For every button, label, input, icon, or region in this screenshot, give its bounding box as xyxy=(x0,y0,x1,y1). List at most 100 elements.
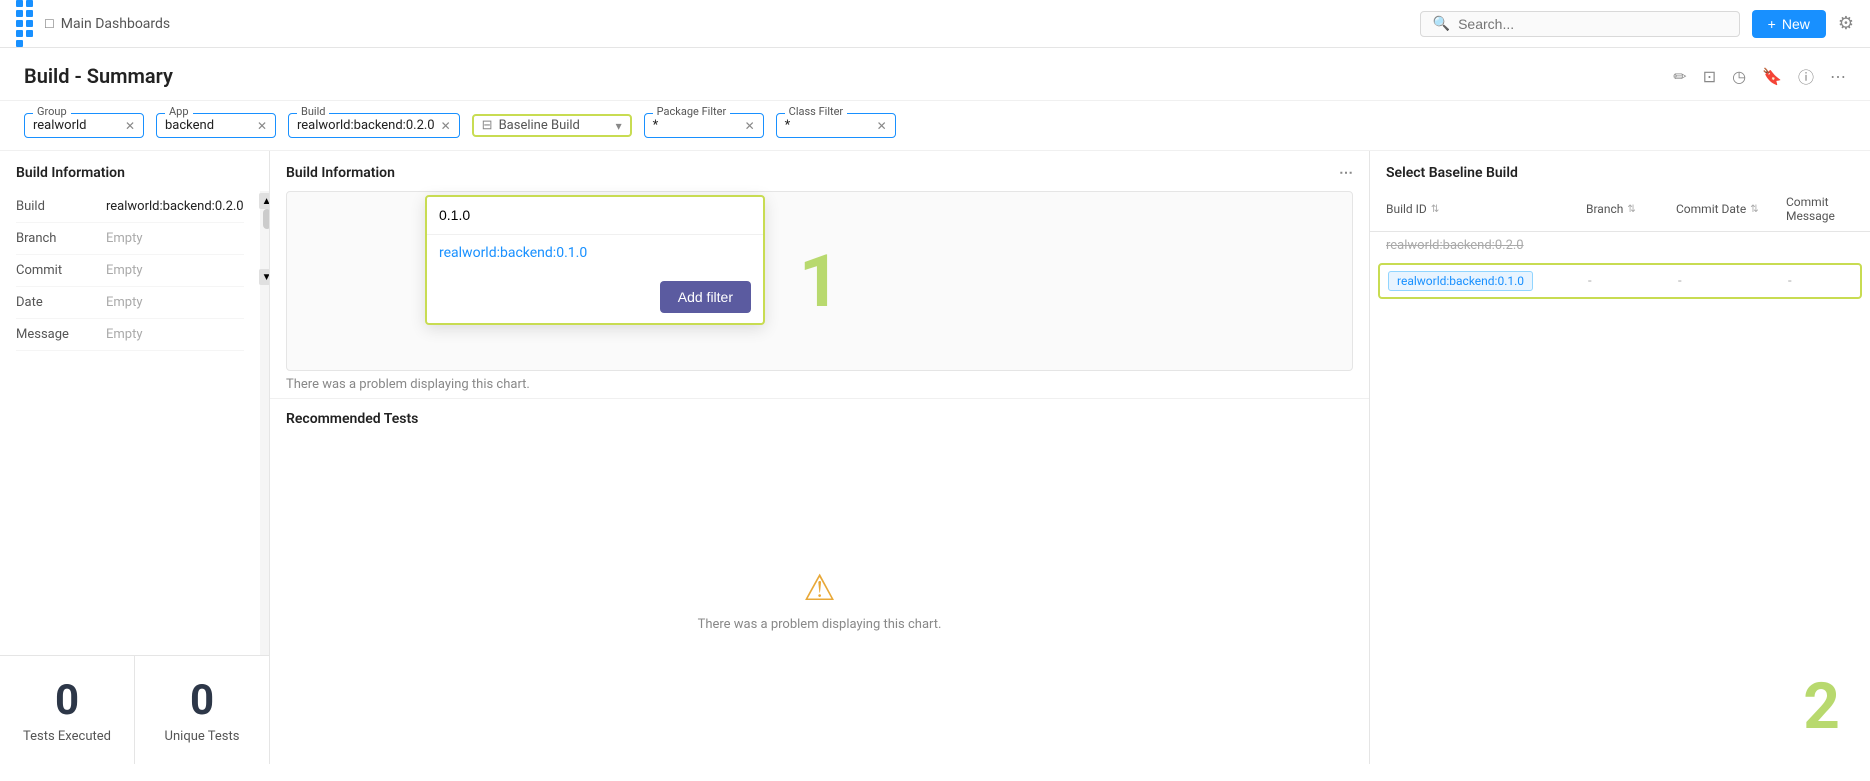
class-filter-value: * xyxy=(785,116,871,135)
build-filter-close[interactable]: ✕ xyxy=(441,119,451,133)
selected-branch-value: - xyxy=(1588,274,1592,289)
chart-number: 1 xyxy=(799,239,840,324)
build-info-title: Build Information xyxy=(0,151,269,191)
search-bar: 🔍 xyxy=(1420,11,1740,37)
info-icon[interactable]: ⓘ xyxy=(1798,64,1814,88)
selected-commit-msg-cell: - xyxy=(1788,273,1852,289)
page-title: Build - Summary xyxy=(24,64,173,88)
class-filter[interactable]: Class Filter * ✕ xyxy=(776,113,896,138)
col-build-id-header[interactable]: Build ID ⇅ xyxy=(1386,195,1586,223)
search-input[interactable] xyxy=(1458,16,1727,32)
col-commit-date-header[interactable]: Commit Date ⇅ xyxy=(1676,195,1786,223)
baseline-dropdown-arrow[interactable]: ▾ xyxy=(616,119,622,133)
history-icon[interactable]: ◷ xyxy=(1732,67,1746,86)
chart-error-message: There was a problem displaying this char… xyxy=(270,371,1369,398)
info-key-build: Build xyxy=(16,199,106,214)
search-icon: 🔍 xyxy=(1433,16,1450,32)
baseline-table-header: Build ID ⇅ Branch ⇅ Commit Date ⇅ Commit… xyxy=(1370,191,1870,232)
stats-row: 0 Tests Executed 0 Unique Tests xyxy=(0,655,269,764)
info-key-branch: Branch xyxy=(16,231,106,246)
col-branch-header[interactable]: Branch ⇅ xyxy=(1586,195,1676,223)
info-val-message: Empty xyxy=(106,327,143,342)
breadcrumb-label[interactable]: Main Dashboards xyxy=(61,16,170,32)
page-header: Build - Summary ✏ ⊡ ◷ 🔖 ⓘ ⋯ xyxy=(0,48,1870,101)
scroll-up-btn[interactable]: ▲ xyxy=(259,193,269,209)
settings-icon[interactable]: ⚙ xyxy=(1838,13,1854,34)
package-filter-value: * xyxy=(653,116,739,135)
info-row-commit: Commit Empty xyxy=(16,255,244,287)
info-val-branch: Empty xyxy=(106,231,143,246)
info-row-build: Build realworld:backend:0.2.0 xyxy=(16,191,244,223)
class-filter-label: Class Filter xyxy=(785,105,848,118)
tests-executed-cell: 0 Tests Executed xyxy=(0,656,135,764)
sort-icon-branch: ⇅ xyxy=(1627,204,1635,215)
dropdown-search-area xyxy=(427,197,763,235)
baseline-icon: ⊟ xyxy=(482,118,493,133)
info-key-commit: Commit xyxy=(16,263,106,278)
nav-right: 🔍 + New ⚙ xyxy=(1420,10,1854,38)
app-filter[interactable]: App backend ✕ xyxy=(156,113,276,138)
info-val-date: Empty xyxy=(106,295,143,310)
app-filter-close[interactable]: ✕ xyxy=(257,119,267,133)
info-val-commit: Empty xyxy=(106,263,143,278)
scroll-down-btn[interactable]: ▼ xyxy=(259,269,269,285)
col-commit-msg-header[interactable]: Commit Message xyxy=(1786,195,1854,223)
sort-icon-build-id: ⇅ xyxy=(1431,204,1439,215)
group-filter-close[interactable]: ✕ xyxy=(125,119,135,133)
app-logo[interactable] xyxy=(16,0,36,47)
baseline-table-body: realworld:backend:0.2.0 realworld:backen… xyxy=(1370,232,1870,303)
selected-build-id-cell: realworld:backend:0.1.0 xyxy=(1388,273,1588,289)
breadcrumb: ☐ Main Dashboards xyxy=(44,16,170,32)
top-nav: ☐ Main Dashboards 🔍 + New ⚙ xyxy=(0,0,1870,48)
middle-panel-more-icon[interactable]: ⋯ xyxy=(1339,165,1353,181)
selected-commit-msg-value: - xyxy=(1788,274,1792,289)
tests-executed-label: Tests Executed xyxy=(23,729,111,744)
baseline-filter[interactable]: ⊟ Baseline Build ▾ xyxy=(472,114,632,137)
baseline-dropdown: realworld:backend:0.1.0 Add filter xyxy=(425,195,765,325)
more-actions-icon[interactable]: ⋯ xyxy=(1830,67,1846,86)
edit-icon[interactable]: ✏ xyxy=(1673,67,1686,86)
unique-tests-number: 0 xyxy=(190,676,214,725)
middle-panel-title: Build Information xyxy=(286,165,395,181)
package-filter-close[interactable]: ✕ xyxy=(745,119,755,133)
info-row-branch: Branch Empty xyxy=(16,223,244,255)
group-filter[interactable]: Group realworld ✕ xyxy=(24,113,144,138)
recommended-chart-area: ⚠ There was a problem displaying this ch… xyxy=(270,435,1369,764)
folder-icon: ☐ xyxy=(44,17,55,31)
scrollbar-thumb[interactable] xyxy=(263,209,269,229)
scrollbar-track xyxy=(263,209,269,269)
info-row-date: Date Empty xyxy=(16,287,244,319)
new-button[interactable]: + New xyxy=(1752,10,1826,38)
build-filter[interactable]: Build realworld:backend:0.2.0 ✕ xyxy=(288,113,460,138)
share-icon[interactable]: ⊡ xyxy=(1703,67,1716,86)
build-filter-value: realworld:backend:0.2.0 xyxy=(297,116,435,135)
dropdown-search-input[interactable] xyxy=(439,207,751,223)
dropdown-item-0-1-0[interactable]: realworld:backend:0.1.0 xyxy=(427,235,763,271)
unique-tests-label: Unique Tests xyxy=(165,729,240,744)
build-filter-label: Build xyxy=(297,105,329,118)
right-panel: Select Baseline Build Build ID ⇅ Branch … xyxy=(1370,151,1870,764)
build-info-table: Build realworld:backend:0.2.0 Branch Emp… xyxy=(0,191,260,655)
bookmark-icon[interactable]: 🔖 xyxy=(1762,67,1782,86)
middle-panel: Build Information ⋯ 1 There was a proble… xyxy=(270,151,1370,764)
class-filter-close[interactable]: ✕ xyxy=(877,119,887,133)
selected-build-badge: realworld:backend:0.1.0 xyxy=(1388,271,1533,291)
nav-left: ☐ Main Dashboards xyxy=(16,0,170,47)
baseline-selected-row[interactable]: realworld:backend:0.1.0 - - - xyxy=(1378,263,1862,299)
dropdown-footer: Add filter xyxy=(427,271,763,323)
middle-panel-header: Build Information ⋯ xyxy=(270,151,1369,191)
app-filter-value: backend xyxy=(165,116,251,135)
selected-branch-cell: - xyxy=(1588,273,1678,289)
package-filter[interactable]: Package Filter * ✕ xyxy=(644,113,764,138)
plus-icon: + xyxy=(1768,16,1776,32)
warning-icon: ⚠ xyxy=(803,567,835,609)
add-filter-button[interactable]: Add filter xyxy=(660,281,751,313)
left-panel: Build Information Build realworld:backen… xyxy=(0,151,270,764)
unique-tests-cell: 0 Unique Tests xyxy=(135,656,269,764)
package-filter-label: Package Filter xyxy=(653,105,731,118)
baseline-filter-value: Baseline Build xyxy=(499,118,610,133)
info-val-build: realworld:backend:0.2.0 xyxy=(106,199,244,214)
tests-executed-number: 0 xyxy=(55,676,79,725)
selected-commit-date-value: - xyxy=(1678,274,1682,289)
page-actions: ✏ ⊡ ◷ 🔖 ⓘ ⋯ xyxy=(1673,64,1846,88)
